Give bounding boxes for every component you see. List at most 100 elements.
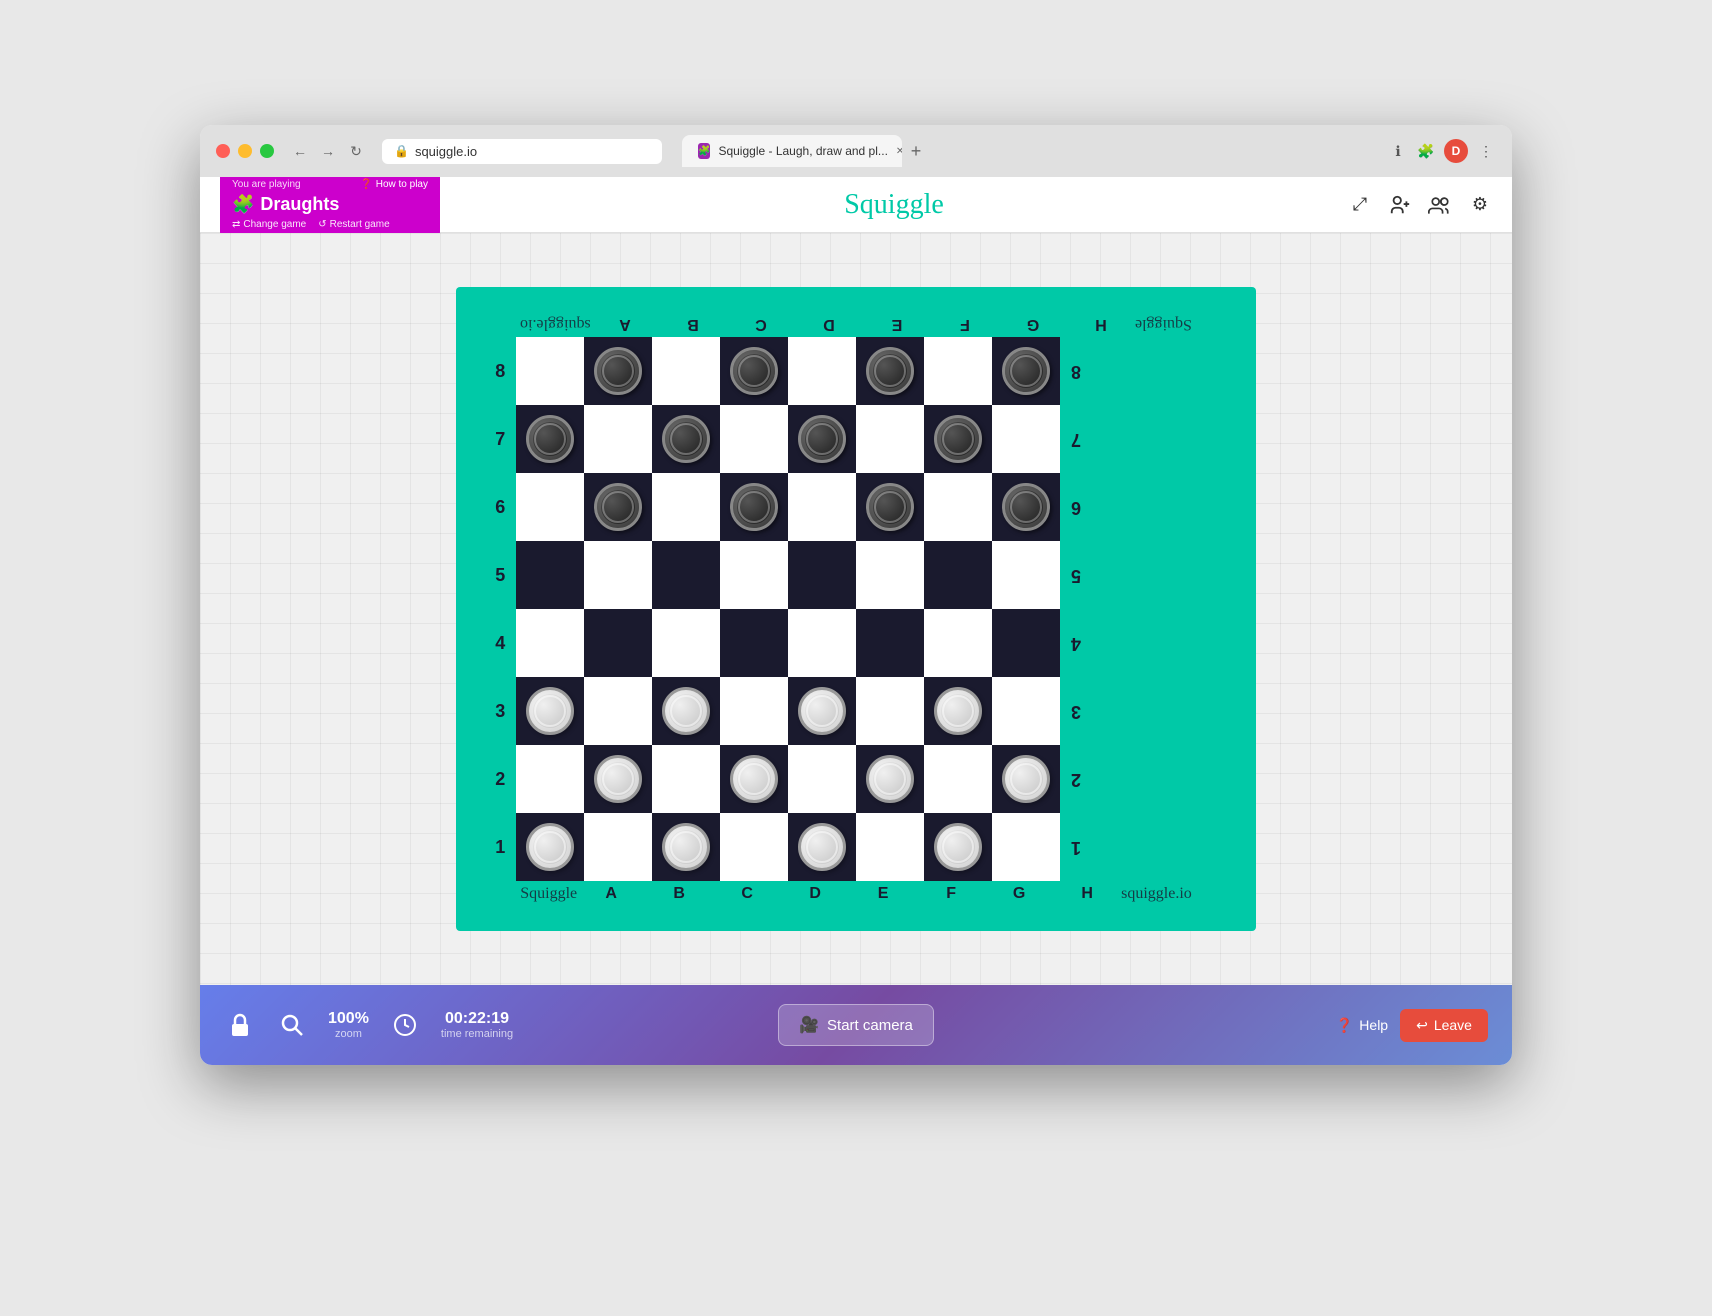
cell-g6[interactable] [924,473,992,541]
cell-e7[interactable] [788,405,856,473]
cell-b4[interactable] [584,609,652,677]
menu-icon[interactable]: ⋮ [1476,141,1496,161]
cell-g8[interactable] [924,337,992,405]
cell-e1[interactable] [788,813,856,881]
col-label-bottom-b: B [645,885,713,903]
cell-e2[interactable] [788,745,856,813]
settings-icon[interactable]: ⚙ [1468,193,1492,217]
cell-a3[interactable] [516,677,584,745]
cell-f8[interactable] [856,337,924,405]
back-button[interactable]: ← [290,141,310,161]
cell-c7[interactable] [652,405,720,473]
user-avatar[interactable]: D [1444,139,1468,163]
leave-button[interactable]: ↩ Leave [1400,1009,1488,1042]
cell-d7[interactable] [720,405,788,473]
app-header: You are playing ❓ How to play 🧩 Draughts… [200,177,1512,233]
cell-h7[interactable] [992,405,1060,473]
cell-b7[interactable] [584,405,652,473]
board-row-8: 8 [484,337,1228,405]
cell-e4[interactable] [788,609,856,677]
cell-f5[interactable] [856,541,924,609]
sidebar-top: You are playing ❓ How to play [232,179,428,190]
game-area: squiggle.io A B C D E F G H [200,233,1512,985]
change-game-button[interactable]: ⇄ Change game [232,219,306,230]
cell-e5[interactable] [788,541,856,609]
cell-c4[interactable] [652,609,720,677]
maximize-button[interactable] [260,144,274,158]
help-button[interactable]: ❓ Help [1336,1017,1388,1034]
cell-h4[interactable] [992,609,1060,677]
close-button[interactable] [216,144,230,158]
cell-h6[interactable] [992,473,1060,541]
cell-a5[interactable] [516,541,584,609]
cell-g1[interactable] [924,813,992,881]
cell-f7[interactable] [856,405,924,473]
cell-a8[interactable] [516,337,584,405]
cell-h8[interactable] [992,337,1060,405]
collapse-icon[interactable]: ⤢ [1348,193,1372,217]
cell-c2[interactable] [652,745,720,813]
cell-e3[interactable] [788,677,856,745]
cell-d2[interactable] [720,745,788,813]
cell-d5[interactable] [720,541,788,609]
cell-g4[interactable] [924,609,992,677]
cell-a7[interactable] [516,405,584,473]
new-tab-button[interactable]: + [902,137,930,165]
cell-b2[interactable] [584,745,652,813]
cell-e6[interactable] [788,473,856,541]
forward-button[interactable]: → [318,141,338,161]
col-label-bottom-a: A [577,885,645,903]
search-icon[interactable] [276,1009,308,1041]
bottom-center: 🎥 Start camera [645,1004,1066,1046]
refresh-button[interactable]: ↻ [346,141,366,161]
restart-game-button[interactable]: ↺ Restart game [318,219,389,230]
add-person-icon[interactable] [1388,193,1412,217]
cell-f3[interactable] [856,677,924,745]
group-icon[interactable] [1428,193,1452,217]
cell-a4[interactable] [516,609,584,677]
cell-h5[interactable] [992,541,1060,609]
cell-h3[interactable] [992,677,1060,745]
lock-icon[interactable] [224,1009,256,1041]
cell-a2[interactable] [516,745,584,813]
minimize-button[interactable] [238,144,252,158]
cell-c6[interactable] [652,473,720,541]
cell-b1[interactable] [584,813,652,881]
cell-a6[interactable] [516,473,584,541]
cell-d1[interactable] [720,813,788,881]
cell-b8[interactable] [584,337,652,405]
cell-g7[interactable] [924,405,992,473]
cell-d4[interactable] [720,609,788,677]
header-icons: ⤢ [1348,193,1492,217]
info-icon[interactable]: ℹ [1388,141,1408,161]
cell-c3[interactable] [652,677,720,745]
piece-e3 [798,687,846,735]
how-to-play-link[interactable]: ❓ How to play [360,179,428,190]
cell-e8[interactable] [788,337,856,405]
cell-f1[interactable] [856,813,924,881]
cell-g3[interactable] [924,677,992,745]
cell-c1[interactable] [652,813,720,881]
start-camera-button[interactable]: 🎥 Start camera [778,1004,934,1046]
cell-d8[interactable] [720,337,788,405]
cell-a1[interactable] [516,813,584,881]
cell-g5[interactable] [924,541,992,609]
cell-h2[interactable] [992,745,1060,813]
cell-d3[interactable] [720,677,788,745]
cell-f6[interactable] [856,473,924,541]
cell-g2[interactable] [924,745,992,813]
cell-h1[interactable] [992,813,1060,881]
cell-f2[interactable] [856,745,924,813]
cell-d6[interactable] [720,473,788,541]
cell-c5[interactable] [652,541,720,609]
address-bar[interactable]: 🔒 squiggle.io [382,139,662,164]
cell-f4[interactable] [856,609,924,677]
cell-b6[interactable] [584,473,652,541]
cell-b3[interactable] [584,677,652,745]
row-label-2-left: 2 [484,769,516,790]
cell-c8[interactable] [652,337,720,405]
cell-b5[interactable] [584,541,652,609]
extensions-icon[interactable]: 🧩 [1416,141,1436,161]
leave-icon: ↩ [1416,1017,1428,1034]
active-tab[interactable]: 🧩 Squiggle - Laugh, draw and pl... ✕ [682,135,902,167]
